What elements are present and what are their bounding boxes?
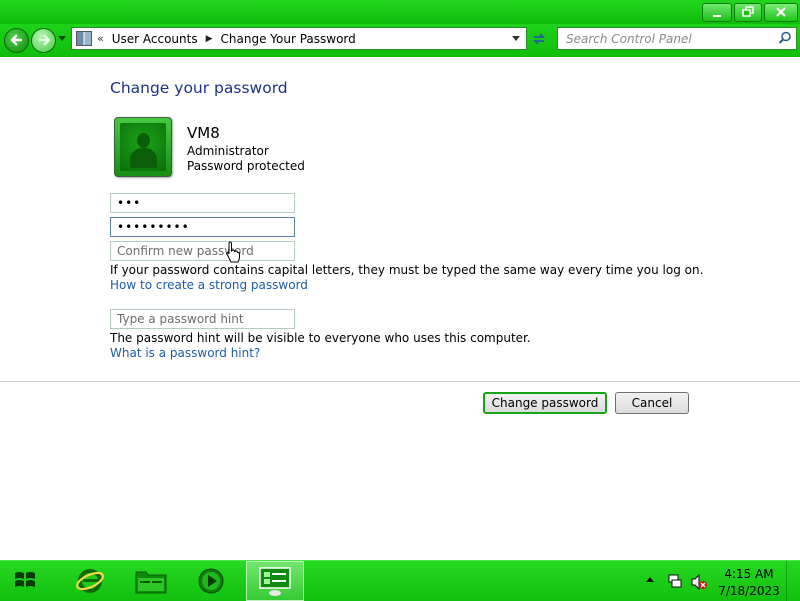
hint-visibility-note: The password hint will be visible to eve… [110,331,531,345]
taskbar-internet-explorer[interactable] [62,561,116,601]
taskbar: 4:15 AM 7/18/2023 [0,560,800,601]
search-input[interactable] [558,28,781,49]
start-button[interactable] [0,561,48,601]
network-icon[interactable] [668,574,682,588]
restore-button[interactable] [734,3,762,22]
clock-date[interactable]: 7/18/2023 [716,584,782,598]
control-panel-icon [76,31,92,46]
media-player-icon [198,568,224,594]
breadcrumb-separator-icon[interactable]: ▶ [206,34,213,44]
forward-arrow-icon [38,34,51,46]
divider [0,381,800,382]
volume-muted-icon[interactable] [691,574,707,590]
cancel-button[interactable]: Cancel [615,392,689,414]
minimize-button[interactable] [702,3,732,22]
clock-time[interactable]: 4:15 AM [716,567,782,581]
search-box[interactable] [557,27,797,50]
breadcrumb-overflow[interactable]: « [97,32,104,45]
file-explorer-icon [135,571,167,594]
internet-explorer-icon [76,569,104,593]
show-hidden-icons-button[interactable] [646,577,654,582]
minimize-icon [713,15,721,17]
window-titlebar [0,0,800,24]
password-hint-field[interactable] [110,309,295,329]
password-hint-help-link[interactable]: What is a password hint? [110,346,260,360]
recent-pages-dropdown[interactable] [58,36,66,41]
refresh-icon [532,33,545,45]
address-dropdown-icon[interactable] [512,36,520,41]
user-avatar [114,117,172,177]
user-name: VM8 [187,124,220,142]
user-password-status: Password protected [187,159,305,173]
close-button[interactable] [764,3,798,22]
show-desktop-button[interactable] [786,561,800,601]
control-panel-icon [259,567,291,596]
new-password-field[interactable] [110,217,295,237]
page-title: Change your password [110,79,288,97]
breadcrumb-change-password[interactable]: Change Your Password [221,32,356,46]
refresh-button[interactable] [528,28,549,50]
content-pane: Change your password VM8 Administrator P… [0,57,800,560]
breadcrumb-user-accounts[interactable]: User Accounts [112,32,198,46]
magnifier-icon[interactable] [778,31,792,45]
user-role: Administrator [187,144,269,158]
back-arrow-icon [9,34,22,46]
strong-password-link[interactable]: How to create a strong password [110,278,308,292]
restore-icon [742,6,754,17]
close-icon [776,7,786,17]
windows-logo-icon [15,572,35,587]
change-password-button[interactable]: Change password [483,392,607,414]
taskbar-media-player[interactable] [184,561,238,601]
confirm-password-field[interactable] [110,241,295,261]
address-bar[interactable]: « User Accounts ▶ Change Your Password [71,27,527,50]
current-password-field[interactable] [110,193,295,213]
back-button[interactable] [4,28,29,53]
navigation-bar: « User Accounts ▶ Change Your Password [0,24,800,57]
mouse-cursor-icon [226,241,240,263]
taskbar-file-explorer[interactable] [124,561,178,601]
capital-letters-note: If your password contains capital letter… [110,263,704,277]
forward-button[interactable] [31,28,56,53]
taskbar-control-panel[interactable] [246,561,304,601]
